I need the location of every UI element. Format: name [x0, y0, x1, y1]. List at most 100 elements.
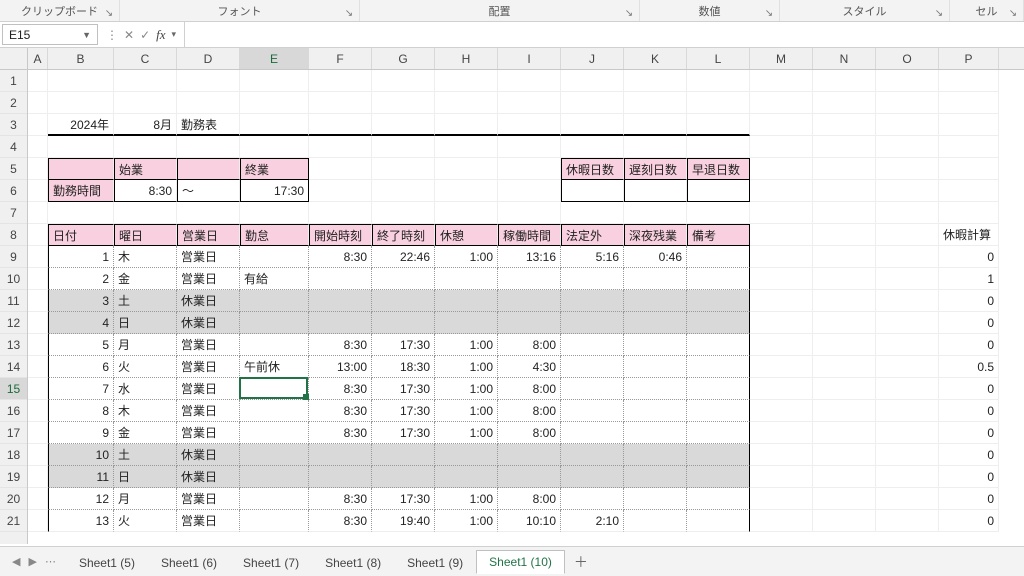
formula-input[interactable] [184, 22, 1024, 47]
cell[interactable] [687, 356, 750, 378]
row-header[interactable]: 13 [0, 334, 27, 356]
cell[interactable] [498, 92, 561, 114]
cell[interactable] [48, 70, 114, 92]
chevron-down-icon[interactable]: ▾ [172, 29, 177, 40]
cell[interactable] [750, 400, 813, 422]
cell[interactable] [687, 246, 750, 268]
cell[interactable] [750, 356, 813, 378]
cell[interactable] [750, 136, 813, 158]
column-header[interactable]: M [750, 48, 813, 69]
row-header[interactable]: 10 [0, 268, 27, 290]
cell[interactable] [435, 202, 498, 224]
cell[interactable]: 0 [939, 444, 999, 466]
cell[interactable] [876, 114, 939, 136]
cell[interactable]: 13:16 [498, 246, 561, 268]
cell[interactable] [876, 356, 939, 378]
cell[interactable]: 日 [114, 466, 177, 488]
cell[interactable]: 1:00 [435, 400, 498, 422]
cell[interactable]: 木 [114, 246, 177, 268]
row-header[interactable]: 7 [0, 202, 27, 224]
cell[interactable]: 5:16 [561, 246, 624, 268]
cell[interactable] [876, 488, 939, 510]
cell[interactable] [240, 510, 309, 532]
cell[interactable] [498, 180, 561, 202]
select-all-corner[interactable] [0, 48, 28, 70]
row-header[interactable]: 18 [0, 444, 27, 466]
cell[interactable] [177, 70, 240, 92]
cell[interactable] [813, 510, 876, 532]
tab-nav[interactable]: ◀ ▶ ⋯ [6, 555, 62, 568]
cell[interactable] [624, 70, 687, 92]
cell[interactable]: 営業日 [177, 356, 240, 378]
cell[interactable] [28, 92, 48, 114]
cell[interactable] [687, 268, 750, 290]
cell[interactable] [372, 114, 435, 136]
cell[interactable] [28, 312, 48, 334]
cell[interactable]: 2:10 [561, 510, 624, 532]
cell[interactable] [561, 422, 624, 444]
cell[interactable]: 午前休 [240, 356, 309, 378]
cell[interactable] [624, 378, 687, 400]
cell[interactable] [28, 378, 48, 400]
cell[interactable]: 営業日 [177, 510, 240, 532]
row-header[interactable]: 1 [0, 70, 27, 92]
cell[interactable]: 17:30 [372, 422, 435, 444]
cell[interactable] [309, 114, 372, 136]
tab-next-icon[interactable]: ▶ [28, 555, 36, 568]
cell[interactable] [561, 202, 624, 224]
worksheet-grid[interactable]: ABCDEFGHIJKLMNOP 12345678910111213141516… [0, 48, 1024, 544]
cell[interactable]: 0 [939, 290, 999, 312]
cell[interactable]: 早退日数 [687, 158, 750, 180]
cell[interactable]: 有給 [240, 268, 309, 290]
cell[interactable] [750, 422, 813, 444]
cell[interactable] [28, 202, 48, 224]
row-header[interactable]: 2 [0, 92, 27, 114]
cell[interactable]: 12 [48, 488, 114, 510]
cell[interactable]: 5 [48, 334, 114, 356]
cell[interactable] [309, 268, 372, 290]
cell[interactable]: 8:30 [309, 422, 372, 444]
cell[interactable]: 8:30 [309, 510, 372, 532]
cell[interactable]: 6 [48, 356, 114, 378]
cell[interactable] [498, 114, 561, 136]
cell[interactable] [624, 444, 687, 466]
cell[interactable]: 1:00 [435, 334, 498, 356]
cell[interactable] [876, 400, 939, 422]
cell[interactable] [876, 312, 939, 334]
cell[interactable]: 終了時刻 [372, 224, 435, 246]
cell[interactable] [435, 158, 498, 180]
cell[interactable]: 0 [939, 378, 999, 400]
cell[interactable]: 火 [114, 510, 177, 532]
cell[interactable] [813, 180, 876, 202]
cell[interactable] [240, 290, 309, 312]
cell[interactable] [28, 510, 48, 532]
cell[interactable] [750, 180, 813, 202]
cell[interactable] [240, 466, 309, 488]
cell[interactable] [28, 466, 48, 488]
cell[interactable] [876, 268, 939, 290]
dialog-launcher-icon[interactable]: ↘ [763, 7, 775, 19]
cell[interactable]: 8:00 [498, 400, 561, 422]
cell[interactable]: 8:00 [498, 422, 561, 444]
column-header[interactable]: H [435, 48, 498, 69]
cell[interactable] [498, 444, 561, 466]
cell[interactable] [750, 312, 813, 334]
cell[interactable] [687, 400, 750, 422]
cell[interactable]: 営業日 [177, 268, 240, 290]
add-sheet-button[interactable]: ＋ [569, 550, 593, 574]
cell[interactable] [309, 136, 372, 158]
cell[interactable] [372, 136, 435, 158]
cell[interactable] [372, 92, 435, 114]
cell[interactable] [48, 158, 114, 180]
cell[interactable]: 4 [48, 312, 114, 334]
cell[interactable] [435, 290, 498, 312]
cell[interactable]: 勤務表 [177, 114, 240, 136]
cell[interactable]: 8:30 [309, 334, 372, 356]
cell[interactable]: 営業日 [177, 400, 240, 422]
cell[interactable] [309, 444, 372, 466]
row-header[interactable]: 17 [0, 422, 27, 444]
cell[interactable] [28, 224, 48, 246]
cell[interactable] [435, 312, 498, 334]
cell[interactable]: 月 [114, 334, 177, 356]
cell[interactable] [750, 92, 813, 114]
